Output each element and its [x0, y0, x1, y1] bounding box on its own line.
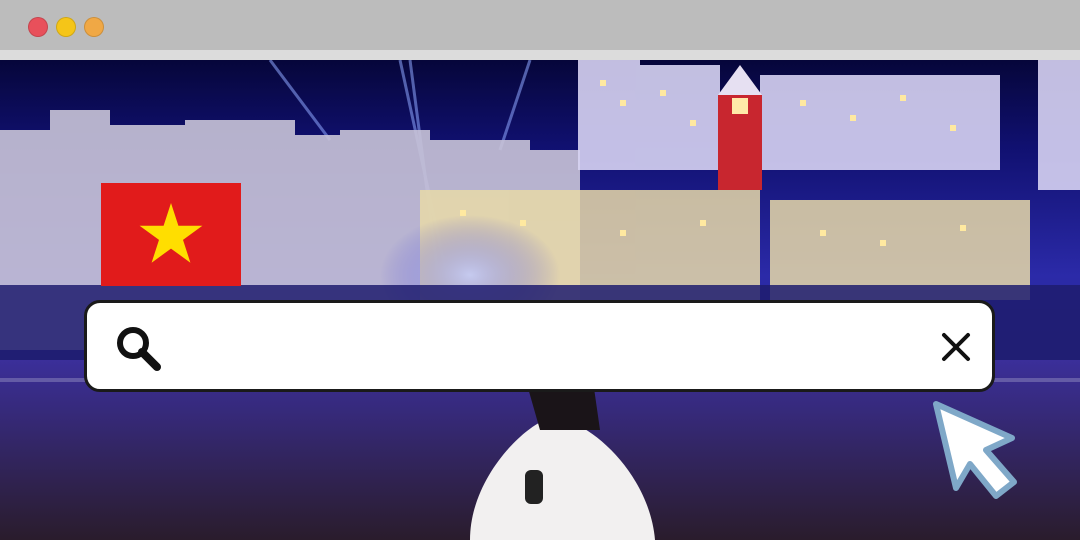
- titlebar-divider: [0, 50, 1080, 60]
- search-bar[interactable]: [84, 300, 995, 392]
- mouse-cursor-icon: [930, 398, 1030, 508]
- window-close-button[interactable]: [28, 17, 48, 37]
- vietnam-flag-icon: [101, 183, 241, 286]
- search-icon[interactable]: [113, 323, 163, 373]
- close-icon[interactable]: [938, 329, 974, 365]
- window-maximize-button[interactable]: [84, 17, 104, 37]
- window-titlebar: [0, 0, 1080, 50]
- window-minimize-button[interactable]: [56, 17, 76, 37]
- search-input[interactable]: [183, 321, 927, 373]
